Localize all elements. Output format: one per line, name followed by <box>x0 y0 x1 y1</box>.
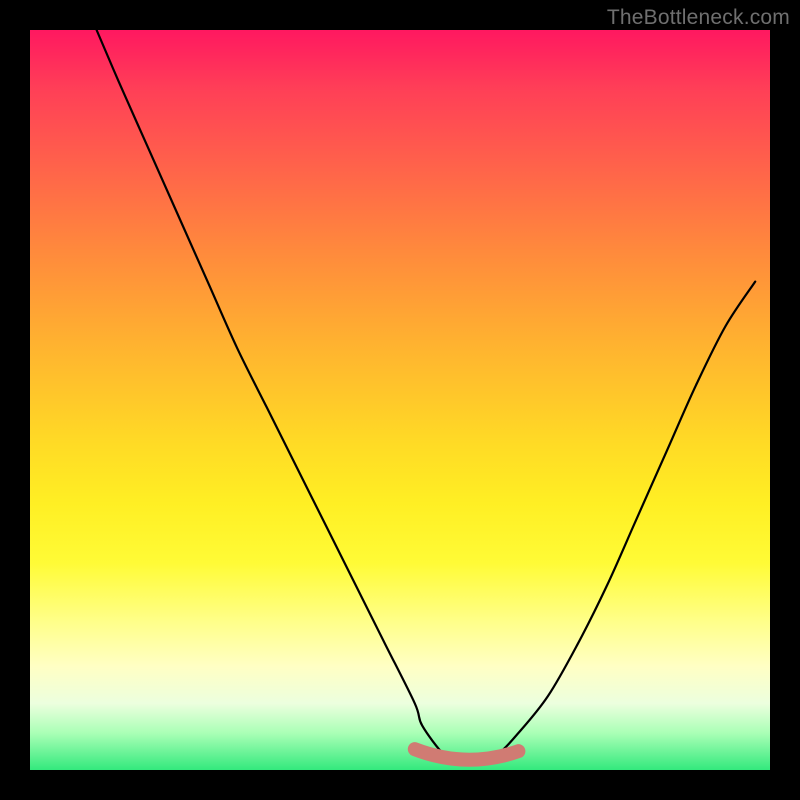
bottleneck-curve <box>97 30 756 764</box>
chart-frame: TheBottleneck.com <box>0 0 800 800</box>
optimal-band <box>415 749 519 760</box>
plot-area <box>30 30 770 770</box>
watermark-text: TheBottleneck.com <box>607 6 790 30</box>
chart-svg <box>30 30 770 770</box>
